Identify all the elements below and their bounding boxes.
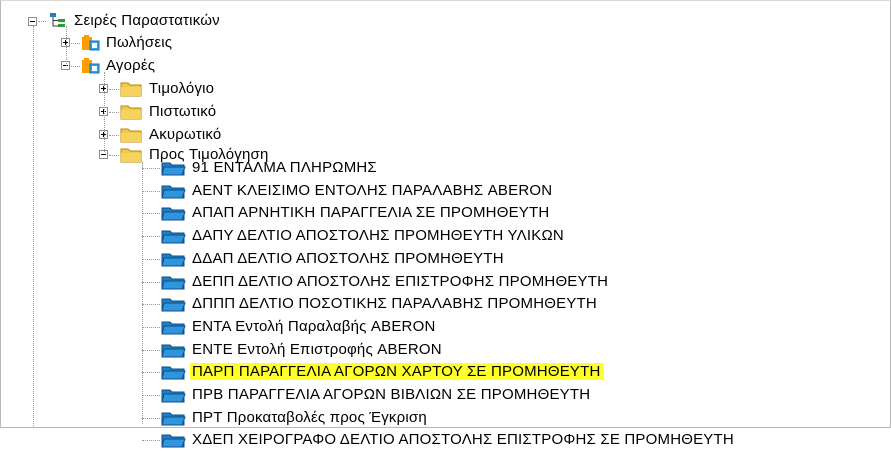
tree-connector xyxy=(142,282,160,283)
document-series-tree[interactable]: Σειρές Παραστατικών Πωλήσεις Αγορές Τιμο… xyxy=(0,0,891,448)
series-folder-icon xyxy=(161,434,186,448)
series-folder-icon xyxy=(161,162,186,176)
tree-node-label: ΔΑΠΥ ΔΕΛΤΙΟ ΑΠΟΣΤΟΛΗΣ ΠΡΟΜΗΘΕΥΤΗ ΥΛΙΚΩΝ xyxy=(192,227,564,244)
series-folder-icon xyxy=(161,253,186,267)
folder-icon xyxy=(120,128,142,143)
tree-connector xyxy=(104,72,105,152)
series-folder-icon xyxy=(161,389,186,403)
series-folder-icon xyxy=(161,344,186,358)
tree-node-label: Αγορές xyxy=(106,57,156,74)
series-folder-icon xyxy=(161,207,186,221)
tree-connector xyxy=(142,259,160,260)
tree-connector xyxy=(142,372,160,373)
tree-node-label: ΕΝΤΑ Εντολή Παραλαβής ABERON xyxy=(192,318,436,335)
tree-node-label: ΔΔΑΠ ΔΕΛΤΙΟ ΑΠΟΣΤΟΛΗΣ ΠΡΟΜΗΘΕΥΤΗ xyxy=(192,250,504,267)
tree-connector xyxy=(142,395,160,396)
tree-node-label: 91 ΕΝΤΑΛΜΑ ΠΛΗΡΩΜΗΣ xyxy=(192,159,377,176)
tree-node-label: ΠΡΒ ΠΑΡΑΓΓΕΛΙΑ ΑΓΟΡΩΝ ΒΙΒΛΙΩΝ ΣΕ ΠΡΟΜΗΘΕ… xyxy=(192,386,591,403)
tree-connector xyxy=(142,327,160,328)
series-folder-icon xyxy=(161,321,186,335)
series-folder-icon xyxy=(161,298,186,312)
tree-connector xyxy=(66,26,67,66)
tree-node-label: Τιμολόγιο xyxy=(149,80,215,97)
tree-node-label: ΔΕΠΠ ΔΕΛΤΙΟ ΑΠΟΣΤΟΛΗΣ ΕΠΙΣΤΡΟΦΗΣ ΠΡΟΜΗΘΕ… xyxy=(192,273,609,290)
series-folder-icon xyxy=(161,230,186,244)
folder-group-icon xyxy=(82,35,100,51)
tree-node-label: Σειρές Παραστατικών xyxy=(74,12,220,29)
tree-connector xyxy=(142,168,160,169)
folder-group-icon xyxy=(82,58,100,74)
collapse-toggle-icon[interactable] xyxy=(28,17,37,26)
tree-connector xyxy=(142,418,160,419)
series-folder-icon xyxy=(161,412,186,426)
tree-node-label: ΕΝΤΕ Εντολή Επιστροφής ABERON xyxy=(192,341,442,358)
tree-root-icon xyxy=(50,13,65,27)
folder-icon xyxy=(120,148,142,163)
folder-icon xyxy=(120,105,142,120)
tree-connector xyxy=(142,440,160,441)
series-folder-icon xyxy=(161,366,186,380)
series-folder-icon xyxy=(161,185,186,199)
tree-node-label: ΑΕΝΤ ΚΛΕΙΣΙΜΟ ΕΝΤΟΛΗΣ ΠΑΡΑΛΑΒΗΣ ABERON xyxy=(192,182,553,199)
series-folder-icon xyxy=(161,276,186,290)
tree-connector xyxy=(142,304,160,305)
tree-connector xyxy=(142,162,143,424)
tree-connector xyxy=(142,213,160,214)
tree-node-label: Πωλήσεις xyxy=(106,34,173,51)
tree-node-label: Ακυρωτικό xyxy=(149,126,222,143)
tree-connector xyxy=(142,191,160,192)
tree-node-label: Πιστωτικό xyxy=(149,103,217,120)
tree-node-label: ΑΠΑΠ ΑΡΝΗΤΙΚΗ ΠΑΡΑΓΓΕΛΙΑ ΣΕ ΠΡΟΜΗΘΕΥΤΗ xyxy=(192,204,550,221)
tree-connector xyxy=(33,26,34,428)
tree-node-label: ΠΑΡΠ ΠΑΡΑΓΓΕΛΙΑ ΑΓΟΡΩΝ ΧΑΡΤΟΥ ΣΕ ΠΡΟΜΗΘΕ… xyxy=(190,363,604,380)
tree-node-label: ΔΠΠΠ ΔΕΛΤΙΟ ΠΟΣΟΤΙΚΗΣ ΠΑΡΑΛΑΒΗΣ ΠΡΟΜΗΘΕΥ… xyxy=(192,295,597,312)
tree-connector xyxy=(142,236,160,237)
tree-connector xyxy=(142,350,160,351)
folder-icon xyxy=(120,82,142,97)
tree-node-label: ΠΡΤ Προκαταβολές προς Έγκριση xyxy=(192,409,427,426)
tree-node-label: ΧΔΕΠ ΧΕΙΡΟΓΡΑΦΟ ΔΕΛΤΙΟ ΑΠΟΣΤΟΛΗΣ ΕΠΙΣΤΡΟ… xyxy=(192,431,734,448)
